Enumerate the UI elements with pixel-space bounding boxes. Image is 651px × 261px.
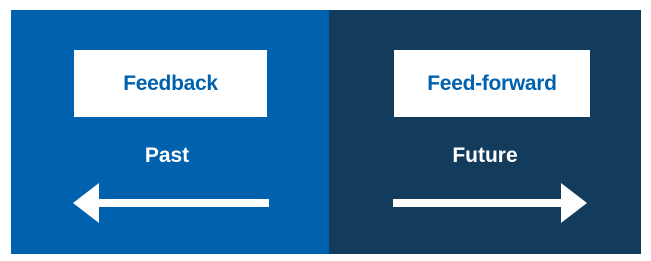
future-label: Future: [452, 144, 518, 167]
arrow-left-icon: [73, 183, 269, 223]
feed-forward-label-box: Feed-forward: [394, 50, 590, 117]
feedback-panel: Feedback Past: [11, 10, 329, 254]
diagram: Feedback Past Feed-forward Future: [0, 0, 651, 261]
feedback-label: Feedback: [123, 71, 218, 95]
feed-forward-panel: Feed-forward Future: [329, 10, 641, 254]
feed-forward-label: Feed-forward: [427, 71, 557, 95]
feedback-label-box: Feedback: [74, 50, 267, 117]
past-label: Past: [144, 144, 190, 167]
arrow-right-icon: [393, 183, 587, 223]
